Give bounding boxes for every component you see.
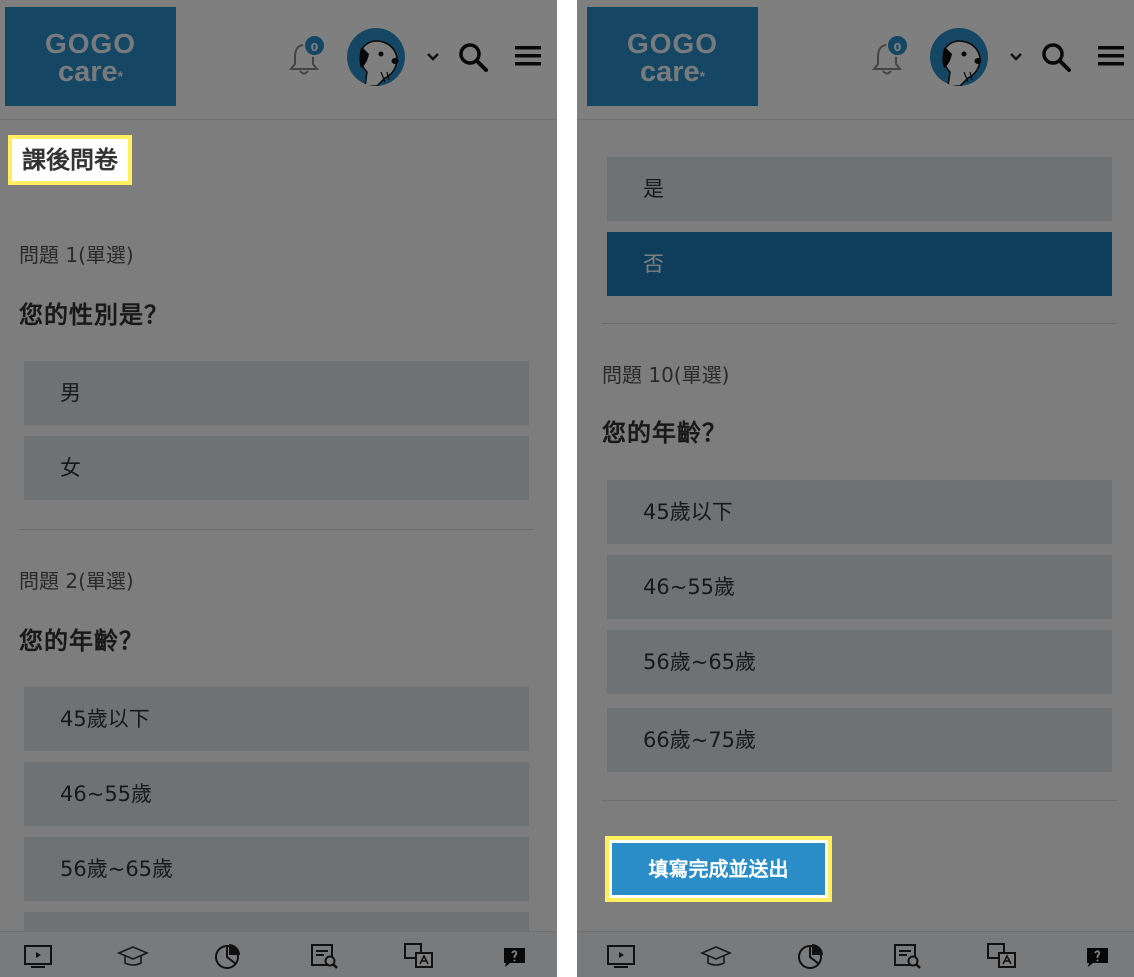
- hamburger-menu-icon[interactable]: [1098, 44, 1124, 68]
- question-title: 您的年齡？: [19, 627, 144, 655]
- tv-icon[interactable]: [22, 942, 54, 970]
- divider: [602, 323, 1117, 324]
- document-search-icon[interactable]: [891, 942, 923, 970]
- gogo-care-logo[interactable]: GOGO care*: [587, 7, 758, 106]
- notification-badge: 0: [303, 34, 326, 57]
- app-header: GOGO care* 0: [0, 0, 557, 120]
- hamburger-menu-icon[interactable]: [515, 44, 541, 68]
- dog-avatar-icon: [942, 40, 982, 86]
- dog-avatar-icon: [359, 40, 399, 86]
- document-search-icon[interactable]: [308, 942, 340, 970]
- option-age-partial[interactable]: [24, 912, 529, 931]
- graduation-cap-icon[interactable]: [700, 942, 732, 970]
- left-screen: GOGO care* 0 問題 1(單選) 您的性別是？ 男 女 問題 2(單選…: [0, 0, 557, 977]
- option-age-56-65[interactable]: 56歲~65歲: [24, 837, 529, 901]
- question-meta: 問題 2(單選): [19, 569, 134, 593]
- chevron-down-icon[interactable]: [1008, 50, 1024, 64]
- option-age-46-55[interactable]: 46~55歲: [24, 762, 529, 826]
- translate-chat-icon[interactable]: [986, 942, 1018, 970]
- question-title: 您的年齡？: [602, 419, 727, 447]
- divider: [602, 800, 1117, 801]
- survey-content: 問題 1(單選) 您的性別是？ 男 女 問題 2(單選) 您的年齡？ 45歲以下…: [0, 121, 557, 931]
- help-chat-icon[interactable]: [498, 942, 530, 970]
- avatar[interactable]: [347, 28, 405, 86]
- pie-chart-icon[interactable]: [212, 942, 244, 970]
- question-title: 您的性別是？: [19, 301, 169, 329]
- option-age-66-75[interactable]: 66歲~75歲: [607, 708, 1112, 772]
- survey-content: 是 否 問題 10(單選) 您的年齡？ 45歲以下 46~55歲 56歲~65歲…: [577, 121, 1134, 931]
- bottom-nav: [577, 931, 1134, 977]
- page-title: 課後問卷: [8, 135, 132, 185]
- pie-chart-icon[interactable]: [795, 942, 827, 970]
- gogo-care-logo[interactable]: GOGO care*: [5, 7, 176, 106]
- option-age-under-45[interactable]: 45歲以下: [607, 480, 1112, 544]
- option-no-selected[interactable]: 否: [607, 232, 1112, 296]
- option-male[interactable]: 男: [24, 361, 529, 425]
- chevron-down-icon[interactable]: [425, 50, 441, 64]
- option-yes[interactable]: 是: [607, 157, 1112, 221]
- submit-highlight: 填寫完成並送出: [605, 836, 832, 902]
- submit-button[interactable]: 填寫完成並送出: [612, 843, 825, 895]
- bottom-nav: [0, 931, 557, 977]
- avatar[interactable]: [930, 28, 988, 86]
- search-icon[interactable]: [1041, 42, 1071, 72]
- notification-badge: 0: [886, 34, 909, 57]
- question-meta: 問題 10(單選): [602, 363, 730, 387]
- translate-chat-icon[interactable]: [403, 942, 435, 970]
- option-female[interactable]: 女: [24, 436, 529, 500]
- tv-icon[interactable]: [605, 942, 637, 970]
- question-meta: 問題 1(單選): [19, 243, 134, 267]
- option-age-56-65[interactable]: 56歲~65歲: [607, 630, 1112, 694]
- app-header: GOGO care* 0: [577, 0, 1134, 120]
- right-screen: GOGO care* 0 是 否 問題 10(單選) 您的年齡？ 45歲以下 4…: [577, 0, 1134, 977]
- option-age-under-45[interactable]: 45歲以下: [24, 687, 529, 751]
- help-chat-icon[interactable]: [1081, 942, 1113, 970]
- divider: [19, 529, 534, 530]
- graduation-cap-icon[interactable]: [117, 942, 149, 970]
- search-icon[interactable]: [458, 42, 488, 72]
- option-age-46-55[interactable]: 46~55歲: [607, 555, 1112, 619]
